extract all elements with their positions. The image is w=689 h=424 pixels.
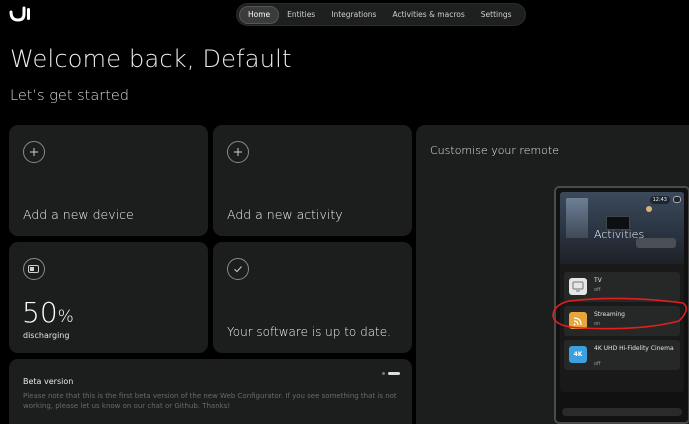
battery-level: 50% (22, 296, 74, 329)
activity-name: Streaming (594, 311, 625, 318)
battery-icon (23, 258, 45, 280)
activity-state: off (594, 361, 601, 367)
tab-home[interactable]: Home (239, 5, 280, 24)
remote-button-bar (562, 408, 682, 416)
activity-state: off (594, 287, 601, 293)
tab-integrations[interactable]: Integrations (323, 6, 384, 24)
streaming-icon (569, 312, 587, 329)
activity-item-streaming[interactable]: Streaming on (564, 306, 680, 336)
battery-card: 50% discharging (9, 242, 208, 353)
carousel-dots[interactable] (382, 372, 400, 375)
beta-text: Please note that this is the first beta … (23, 392, 397, 410)
activity-name: 4K UHD Hi-Fidelity Cinema (594, 345, 674, 352)
tv-icon (569, 278, 587, 295)
logo-icon (9, 6, 30, 22)
activity-item-tv[interactable]: TV off (564, 272, 680, 302)
remote-screen: 12:43 Activities TV off Streaming on 4K (560, 192, 684, 392)
hero-window (566, 198, 588, 238)
page-subtitle: Let’s get started (10, 88, 130, 104)
4k-icon: 4K (569, 346, 587, 363)
tab-settings[interactable]: Settings (473, 6, 520, 24)
remote-battery-icon (673, 196, 681, 203)
remote-clock: 12:43 (649, 196, 670, 204)
top-nav: Home Entities Integrations Activities & … (236, 3, 526, 26)
customise-remote-card[interactable]: Customise your remote 12:43 Activities T… (416, 125, 689, 424)
activity-state: on (594, 321, 601, 327)
check-icon (227, 258, 249, 280)
battery-level-value: 50 (22, 296, 58, 329)
battery-status: discharging (23, 331, 70, 340)
activities-hero-image: 12:43 Activities (560, 192, 684, 264)
hero-lamp (646, 206, 652, 212)
add-device-label: Add a new device (23, 207, 134, 222)
carousel-dot[interactable] (382, 372, 385, 375)
add-activity-label: Add a new activity (227, 207, 343, 222)
battery-level-unit: % (57, 307, 74, 327)
software-card: Your software is up to date. (213, 242, 412, 353)
beta-title: Beta version (23, 377, 74, 386)
add-activity-card[interactable]: Add a new activity (213, 125, 412, 236)
software-status: Your software is up to date. (227, 325, 391, 339)
remote-preview: 12:43 Activities TV off Streaming on 4K (554, 186, 689, 424)
beta-card: Beta version Please note that this is th… (9, 359, 412, 424)
activity-item-cinema[interactable]: 4K 4K UHD Hi-Fidelity Cinema off (564, 340, 680, 370)
tab-entities[interactable]: Entities (279, 6, 323, 24)
customise-title: Customise your remote (430, 144, 559, 157)
add-device-card[interactable]: Add a new device (9, 125, 208, 236)
tab-activities-macros[interactable]: Activities & macros (384, 6, 472, 24)
page-title: Welcome back, Default (10, 45, 292, 73)
remote-activities-title: Activities (594, 228, 645, 241)
plus-icon[interactable] (23, 141, 45, 163)
carousel-dot-active[interactable] (388, 372, 400, 375)
activity-name: TV (594, 277, 602, 284)
plus-icon[interactable] (227, 141, 249, 163)
